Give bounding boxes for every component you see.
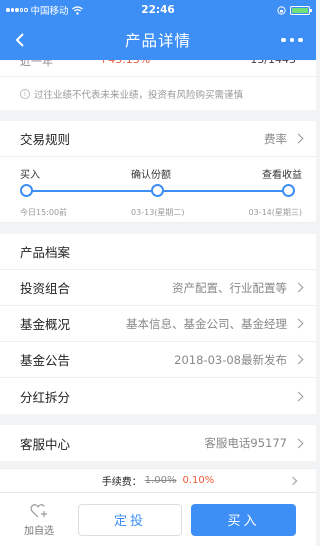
auto-invest-button[interactable]: 定投 bbox=[78, 503, 182, 536]
chevron-right-icon bbox=[293, 133, 304, 144]
trade-rules-title: 交易规则 bbox=[20, 132, 71, 147]
signal-icon bbox=[6, 8, 28, 12]
archive-item-label: 投资组合 bbox=[20, 281, 71, 296]
status-bar: 中国移动 22:46 bbox=[0, 0, 316, 20]
timeline-dot bbox=[282, 184, 295, 197]
trade-rules-row[interactable]: 交易规则 费率 bbox=[0, 121, 316, 157]
archive-item-value: 2018-03-08最新发布 bbox=[174, 352, 287, 367]
top-bar: 中国移动 22:46 产品详情 bbox=[0, 0, 316, 60]
more-dot-icon bbox=[289, 37, 295, 43]
archive-item-portfolio[interactable]: 投资组合 资产配置、行业配置等 bbox=[0, 270, 316, 306]
product-detail-page: 中国移动 22:46 产品详情 近一年 i 过往业绩不代表未来业绩，投资有风险购… bbox=[0, 0, 316, 546]
step-buy-label: 买入 bbox=[20, 170, 40, 181]
scroll-content[interactable]: 近一年 +45.13% 13/1443 i 过往业绩不代表未来业绩，投资有风险购… bbox=[0, 60, 316, 494]
chevron-right-icon bbox=[288, 476, 298, 486]
service-phone: 客服电话95177 bbox=[204, 436, 287, 450]
chevron-left-icon bbox=[15, 33, 24, 47]
step-earnings-label: 查看收益 bbox=[262, 170, 302, 181]
chevron-right-icon bbox=[293, 391, 304, 401]
return-pct: +45.13% bbox=[99, 60, 150, 69]
chevron-right-icon bbox=[293, 438, 304, 448]
archive-item-announcement[interactable]: 基金公告 2018-03-08最新发布 bbox=[0, 342, 316, 378]
archive-item-value: 基本信息、基金公司、基金经理 bbox=[126, 316, 287, 331]
archive-item-label: 基金概况 bbox=[20, 317, 71, 332]
archive-title: 产品档案 bbox=[0, 234, 316, 270]
archive-item-value: 资产配置、行业配置等 bbox=[172, 280, 287, 295]
carrier-name: 中国移动 bbox=[30, 6, 69, 17]
chevron-right-icon bbox=[293, 354, 304, 365]
archive-item-overview[interactable]: 基金概况 基本信息、基金公司、基金经理 bbox=[0, 306, 316, 342]
fee-label: 手续费： bbox=[101, 477, 142, 488]
more-dot-icon bbox=[298, 37, 303, 43]
add-watchlist-button[interactable]: 加自选 bbox=[0, 503, 78, 537]
archive-item-dividend[interactable]: 分红拆分 bbox=[0, 378, 316, 414]
risk-notice: i 过往业绩不代表未来业绩，投资有风险购买需谨慎 bbox=[0, 76, 316, 110]
archive-item-label: 基金公告 bbox=[20, 353, 71, 368]
step-confirm-sub: 03-13(星期二) bbox=[131, 208, 185, 217]
performance-row-partial: 近一年 +45.13% 13/1443 bbox=[0, 60, 316, 76]
buy-button[interactable]: 买入 bbox=[191, 503, 296, 536]
more-dot-icon bbox=[281, 37, 286, 43]
fee-discounted: 0.10% bbox=[182, 475, 215, 486]
info-icon: i bbox=[20, 88, 30, 99]
chevron-right-icon bbox=[293, 318, 304, 329]
service-card: 客服中心 客服电话95177 bbox=[0, 425, 316, 461]
nav-bar: 产品详情 bbox=[0, 20, 316, 60]
customer-service-row[interactable]: 客服中心 客服电话95177 bbox=[0, 425, 316, 461]
step-buy-sub: 今日15:00前 bbox=[20, 208, 68, 217]
orientation-lock-icon bbox=[277, 5, 286, 15]
fee-strip[interactable]: 手续费： 1.00% 0.10% bbox=[0, 468, 316, 492]
timeline-dot bbox=[20, 184, 33, 197]
chevron-right-icon bbox=[293, 282, 304, 293]
fee-rate-link: 费率 bbox=[264, 131, 287, 146]
timeline-dot bbox=[151, 184, 164, 197]
more-button[interactable] bbox=[268, 20, 316, 60]
add-watchlist-label: 加自选 bbox=[24, 525, 54, 537]
archive-item-label: 分红拆分 bbox=[20, 389, 71, 405]
battery-icon bbox=[290, 5, 312, 15]
rank-value: 13/1443 bbox=[250, 60, 296, 69]
period-label: 近一年 bbox=[20, 60, 53, 68]
back-button[interactable] bbox=[0, 20, 40, 60]
step-confirm-label: 确认份额 bbox=[131, 170, 171, 181]
fee-original: 1.00% bbox=[144, 475, 177, 486]
service-label: 客服中心 bbox=[20, 436, 71, 452]
product-archive-card: 产品档案 投资组合 资产配置、行业配置等 基金概况 基本信息、基金公司、基金经理… bbox=[0, 234, 316, 414]
heart-plus-icon bbox=[30, 503, 47, 517]
step-earnings-sub: 03-14(星期三) bbox=[248, 208, 303, 217]
bottom-action-bar: 加自选 定投 买入 bbox=[0, 492, 316, 546]
risk-notice-text: 过往业绩不代表未来业绩，投资有风险购买需谨慎 bbox=[34, 89, 244, 101]
wifi-icon bbox=[71, 5, 83, 15]
trade-rules-card: 交易规则 费率 买入 确认份额 查看收益 今日15:00前 03-13(星期二)… bbox=[0, 121, 316, 223]
trade-timeline: 买入 确认份额 查看收益 今日15:00前 03-13(星期二) 03-14(星… bbox=[0, 157, 316, 223]
